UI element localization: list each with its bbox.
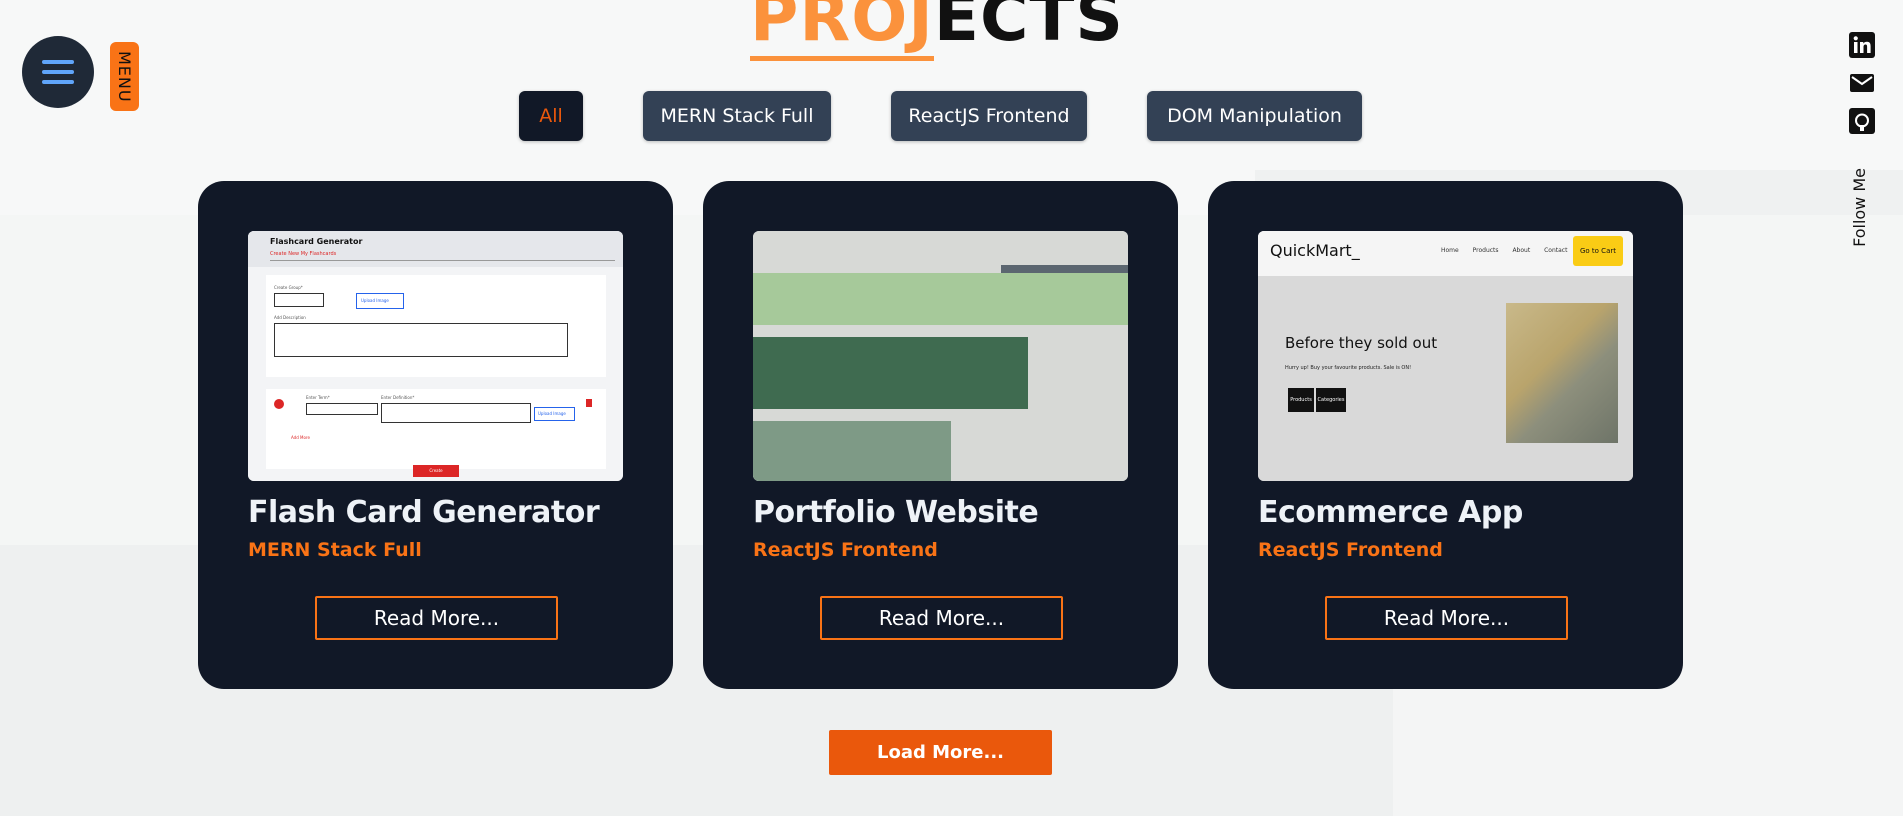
thumb-button: Categories [1316, 388, 1346, 412]
hamburger-icon [42, 60, 74, 84]
thumb-shape [753, 337, 1028, 409]
thumb-logo: QuickMart_ [1270, 241, 1360, 260]
thumb-panel: Create Group* Upload Image Add Descripti… [266, 275, 606, 377]
thumb-hero-image [1506, 303, 1618, 443]
load-more-button[interactable]: Load More... [829, 730, 1052, 775]
thumb-textarea [274, 323, 568, 357]
thumb-hero-sub: Hurry up! Buy your favourite products. S… [1285, 365, 1412, 371]
github-icon[interactable] [1849, 108, 1875, 134]
mail-icon[interactable] [1849, 70, 1875, 96]
thumb-label: Enter Term* [306, 395, 330, 400]
read-more-button[interactable]: Read More... [315, 596, 558, 640]
follow-me-label: Follow Me [1850, 168, 1869, 247]
thumb-add-more: Add More [291, 435, 310, 440]
project-thumbnail: QuickMart_ Home Products About Contact G… [1258, 231, 1633, 481]
project-thumbnail [753, 231, 1128, 481]
filter-dom-manipulation[interactable]: DOM Manipulation [1147, 91, 1362, 141]
menu-label: MENU [115, 50, 134, 103]
thumb-label: Create Group* [274, 285, 303, 290]
project-category: ReactJS Frontend [1258, 539, 1443, 561]
page-title: PROJECTS [750, 0, 1124, 61]
project-card: Flashcard Generator Create New My Flashc… [198, 181, 673, 689]
thumb-create: Create [413, 465, 459, 477]
project-title: Flash Card Generator [248, 495, 600, 530]
read-more-button[interactable]: Read More... [1325, 596, 1568, 640]
thumb-input [274, 293, 324, 307]
thumb-nav-links: Home Products About Contact [1441, 247, 1568, 254]
thumb-label: Enter Definition* [381, 395, 415, 400]
thumb-tabs: Create New My Flashcards [270, 251, 337, 257]
menu-button[interactable] [22, 36, 94, 108]
project-title: Ecommerce App [1258, 495, 1523, 530]
thumb-shape [753, 273, 1128, 325]
thumb-upload: Upload Image [356, 293, 404, 309]
filter-all[interactable]: All [519, 91, 583, 141]
thumb-number [274, 399, 284, 409]
thumb-hero-text: Before they sold out [1285, 334, 1438, 352]
project-category: MERN Stack Full [248, 539, 422, 561]
thumb-upload: Upload Image [534, 407, 575, 421]
linkedin-icon[interactable] [1849, 32, 1875, 58]
social-links [1849, 32, 1875, 146]
thumb-panel: Enter Term* Enter Definition* Upload Ima… [266, 389, 606, 469]
thumb-input [381, 403, 531, 423]
thumb-divider [270, 260, 615, 261]
thumb-button: Products [1288, 388, 1314, 412]
filter-reactjs-frontend[interactable]: ReactJS Frontend [891, 91, 1087, 141]
project-card: Portfolio Website ReactJS Frontend Read … [703, 181, 1178, 689]
page-title-rest: ECTS [933, 0, 1124, 56]
project-category: ReactJS Frontend [753, 539, 938, 561]
thumb-input [306, 403, 378, 415]
thumb-shape [753, 421, 951, 481]
thumb-app-title: Flashcard Generator [270, 237, 363, 246]
read-more-button[interactable]: Read More... [820, 596, 1063, 640]
project-title: Portfolio Website [753, 495, 1039, 530]
filter-mern-stack-full[interactable]: MERN Stack Full [643, 91, 831, 141]
ecommerce-screenshot: QuickMart_ Home Products About Contact G… [1258, 231, 1633, 481]
trash-icon [586, 399, 592, 407]
menu-tab[interactable]: MENU [110, 42, 139, 111]
project-thumbnail: Flashcard Generator Create New My Flashc… [248, 231, 623, 481]
flashcard-screenshot: Flashcard Generator Create New My Flashc… [248, 231, 623, 481]
thumb-cart-button: Go to Cart [1573, 236, 1623, 266]
project-card: QuickMart_ Home Products About Contact G… [1208, 181, 1683, 689]
thumb-label: Add Description [274, 315, 306, 320]
portfolio-screenshot [753, 231, 1128, 481]
page-title-highlight: PROJ [750, 0, 934, 61]
